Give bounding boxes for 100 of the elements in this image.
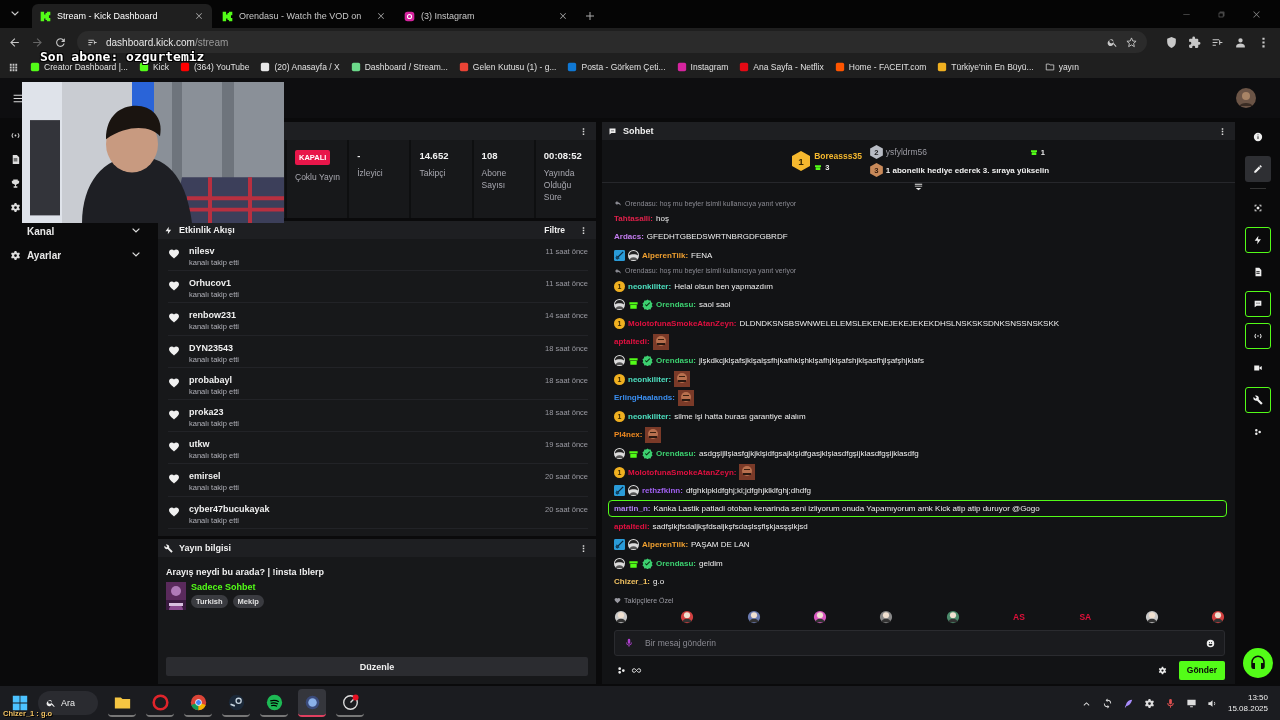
emote-icon[interactable] [614,610,628,624]
chat-username[interactable]: aptaltedi: [614,337,650,347]
gear-icon[interactable] [10,201,21,213]
bookmark[interactable]: Dashboard / Stream... [350,62,448,72]
bookmark[interactable]: (364) YouTube [180,62,250,72]
chat-username[interactable]: rethzfkinn: [642,486,683,496]
bookmark[interactable]: Posta - Görkem Çeti... [567,62,666,72]
bookmark[interactable]: Home - FACEIT.com [834,62,927,72]
category-link[interactable]: Sadece Sohbet [191,582,264,592]
browser-tab[interactable]: Orendasu - Watch the VOD on [214,4,394,28]
close-icon[interactable] [1251,9,1262,20]
chat-username[interactable]: MolotofunaSmokeAtanZeyn: [628,318,737,328]
search-icon [46,698,56,708]
emoji-icon[interactable] [1206,638,1215,648]
coins-icon[interactable] [616,664,627,676]
gifter-name[interactable]: ysfyldrm56 [885,147,927,157]
chat-username[interactable]: Tahtasalli: [614,213,653,223]
follower-name: renbow231 [189,310,238,321]
avatar-icon[interactable] [1236,88,1256,108]
bookmark[interactable]: Türkiye'nin En Büyü... [937,62,1034,72]
bookmark[interactable]: Ana Sayfa - Netflix [739,62,824,72]
chat-username[interactable]: Orendasu: [656,558,696,568]
chat-username[interactable]: ErlingHaalands: [614,393,675,403]
reload-icon[interactable] [54,35,67,49]
speaker-icon[interactable] [1206,697,1218,709]
monitor-icon[interactable] [1185,697,1197,709]
text-emote[interactable]: SA [1078,612,1093,622]
emote-icon[interactable] [1210,610,1225,624]
emote-icon[interactable] [879,610,894,624]
settings-icon[interactable] [1157,665,1167,675]
chat-username[interactable]: Chizer_1: [614,577,650,587]
sync-icon[interactable] [1101,697,1113,709]
stat-label: Takipçi [419,167,447,179]
taskbar-app[interactable] [298,689,326,717]
tool-button[interactable] [1244,323,1271,349]
document-icon[interactable] [10,153,21,165]
close-icon[interactable] [376,11,386,21]
chat-username[interactable]: MolotofunaSmokeAtanZeyn: [628,467,737,477]
gifter-name[interactable]: Boreasss35 [814,150,862,161]
dial-icon [341,693,359,711]
puzzle-icon[interactable] [1188,35,1201,49]
message-input[interactable]: Bir mesaj gönderin [614,630,1225,656]
chat-username[interactable]: Orendasu: [656,300,696,310]
emote-icon[interactable] [746,610,761,624]
text-emote[interactable]: AS [1011,612,1026,622]
tool-button[interactable] [1244,227,1271,253]
chat-username[interactable]: AlperenTilk: [642,251,689,260]
trophy-icon[interactable] [10,177,21,189]
gear-icon[interactable] [10,249,21,261]
profile-icon[interactable] [1234,35,1247,49]
plus-icon[interactable] [584,10,596,22]
sidebar-item[interactable]: Ayarlar [27,249,62,261]
clock-date[interactable]: 15.08.2025 [1227,704,1268,713]
bookmark[interactable]: yayın [1044,62,1079,72]
chat-username[interactable]: neonkiliter: [628,374,672,384]
chat-username[interactable]: AlperenTilk: [642,540,689,550]
clock-time[interactable]: 13:50 [1247,693,1268,702]
tool-button[interactable] [1244,387,1271,413]
star-icon[interactable] [1126,36,1137,48]
avatar-icon [614,447,625,459]
chat-username[interactable]: Ardacs: [614,232,644,242]
chat-username[interactable]: neonkiliter: [628,281,672,291]
close-icon[interactable] [558,11,568,21]
sidebar-item[interactable]: Kanal [27,225,55,237]
browser-tab[interactable]: Stream - Kick Dashboard [32,4,212,28]
edit-button[interactable]: Düzenle [166,657,588,676]
emote-icon[interactable] [1144,610,1159,624]
chat-username[interactable]: Pl4nex: [614,430,643,440]
filter-button[interactable]: Filtre [536,225,573,235]
emote-icon[interactable] [680,610,695,624]
gear-icon[interactable] [1143,697,1155,709]
feather-icon[interactable] [1122,697,1134,709]
bookmark[interactable]: Gelen Kutusu (1) - g... [458,62,557,72]
mic-icon[interactable] [624,638,634,648]
back-icon[interactable] [8,35,21,49]
chat-username[interactable]: martin_n: [614,503,651,513]
windows-icon[interactable] [12,695,28,711]
bookmark[interactable]: Instagram [676,62,729,72]
verified-icon [642,299,653,311]
shield-icon[interactable] [1165,35,1178,49]
bookmark[interactable]: (20) Anasayfa / X [260,62,340,72]
tool-button[interactable] [1244,156,1271,182]
send-button[interactable]: Gönder [1178,660,1225,680]
browser-tab[interactable]: (3) Instagram [396,4,576,28]
close-icon[interactable] [194,11,204,21]
chat-username[interactable]: Orendasu: [656,448,696,458]
chat-username[interactable]: Orendasu: [656,355,696,365]
mic-icon[interactable] [1164,697,1176,709]
emote-icon[interactable] [813,610,827,624]
chat-username[interactable]: neonkiliter: [628,411,672,421]
chat-username[interactable]: aptaltedi: [614,521,650,531]
apps-icon[interactable] [8,61,19,73]
chat-message: jlşkdkcjklşafsjklşalşsfhjkafhklşhklşafhjklşafshjklşasfhjlşafşhjklafs [699,355,924,365]
bookmark[interactable]: Creator Dashboard |... [30,62,128,72]
headset-button[interactable] [1242,648,1273,678]
zoom-icon[interactable] [1107,36,1118,48]
collapse-icon[interactable] [913,183,924,191]
tool-button[interactable] [1244,291,1271,317]
forward-icon[interactable] [31,35,44,49]
emote-icon[interactable] [945,610,960,624]
